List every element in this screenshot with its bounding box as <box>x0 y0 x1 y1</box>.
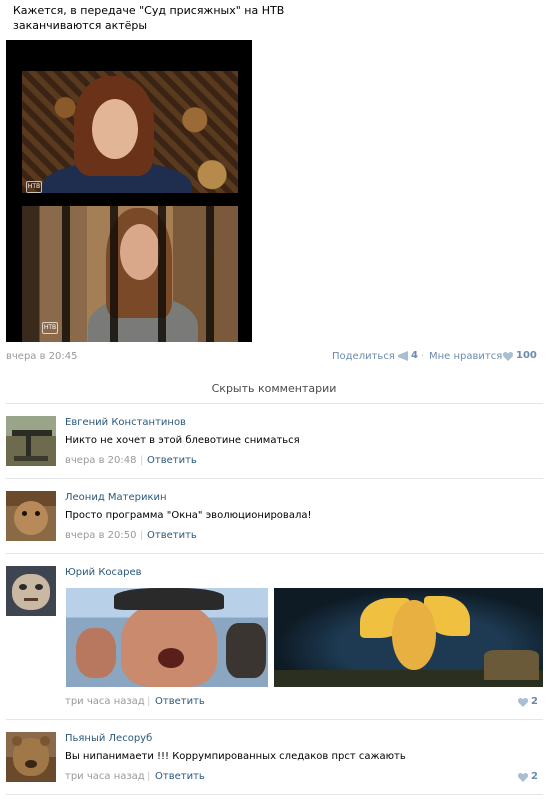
comment-time[interactable]: вчера в 20:50 <box>65 530 137 541</box>
divider <box>6 719 543 720</box>
ntv-logo-watermark: НТВ <box>42 322 58 334</box>
post-time[interactable]: вчера в 20:45 <box>6 351 78 362</box>
comment-author[interactable]: Евгений Константинов <box>65 417 186 428</box>
divider <box>6 403 543 404</box>
reply-button[interactable]: Ответить <box>155 771 205 782</box>
avatar[interactable] <box>6 491 56 541</box>
hand-shape <box>226 623 266 678</box>
comment-author[interactable]: Леонид Материкин <box>65 492 167 503</box>
comment-text: Вы нипанимаети !!! Коррумпированных след… <box>65 751 406 762</box>
comment-author[interactable]: Пьяный Лесоруб <box>65 733 152 744</box>
photo-frame-bottom: НТВ <box>22 206 238 342</box>
share-button[interactable]: Поделиться <box>332 351 395 362</box>
comment-text: Просто программа "Окна" эволюционировала… <box>65 510 312 521</box>
megaphone-icon[interactable] <box>397 351 409 361</box>
like-button[interactable]: Мне нравится <box>429 351 502 362</box>
comment-like-count: 2 <box>531 771 538 782</box>
hat-shape <box>114 588 224 610</box>
avatar[interactable] <box>6 732 56 782</box>
photo-frame-top: НТВ <box>22 71 238 193</box>
mouth-shape <box>158 648 184 668</box>
like-count: 100 <box>516 350 537 361</box>
hide-comments-link[interactable]: Скрыть комментарии <box>0 382 548 395</box>
reply-button[interactable]: Ответить <box>155 696 205 707</box>
comment-time[interactable]: три часа назад <box>65 696 145 707</box>
divider <box>6 553 543 554</box>
avatar[interactable] <box>6 416 56 466</box>
avatar[interactable] <box>6 566 56 616</box>
hand-shape <box>76 628 116 678</box>
comment-like-count: 2 <box>531 696 538 707</box>
reply-button[interactable]: Ответить <box>147 530 197 541</box>
divider <box>6 794 543 795</box>
heart-icon[interactable] <box>518 698 528 707</box>
cartoon-figure <box>392 600 436 670</box>
reply-button[interactable]: Ответить <box>147 455 197 466</box>
separator-dot: · <box>421 351 425 362</box>
separator: | <box>140 530 144 541</box>
heart-icon[interactable] <box>503 352 513 361</box>
post-text: Кажется, в передаче "Суд присяжных" на Н… <box>13 4 285 32</box>
post-photo[interactable]: НТВ НТВ <box>6 40 252 342</box>
separator: | <box>147 696 151 707</box>
separator: | <box>140 455 144 466</box>
comment-time[interactable]: вчера в 20:48 <box>65 455 137 466</box>
face-shape <box>92 99 138 159</box>
comment-text: Никто не хочет в этой блевотине сниматьс… <box>65 435 300 446</box>
face-shape <box>121 602 217 687</box>
attachment-photo[interactable] <box>66 588 268 687</box>
separator: | <box>147 771 151 782</box>
attachment-photo[interactable] <box>274 588 543 687</box>
heart-icon[interactable] <box>518 773 528 782</box>
share-count: 4 <box>411 350 418 361</box>
divider <box>6 478 543 479</box>
ntv-logo-watermark: НТВ <box>26 181 42 193</box>
comment-time[interactable]: три часа назад <box>65 771 145 782</box>
comment-author[interactable]: Юрий Косарев <box>65 567 142 578</box>
stump-shape <box>484 650 539 680</box>
